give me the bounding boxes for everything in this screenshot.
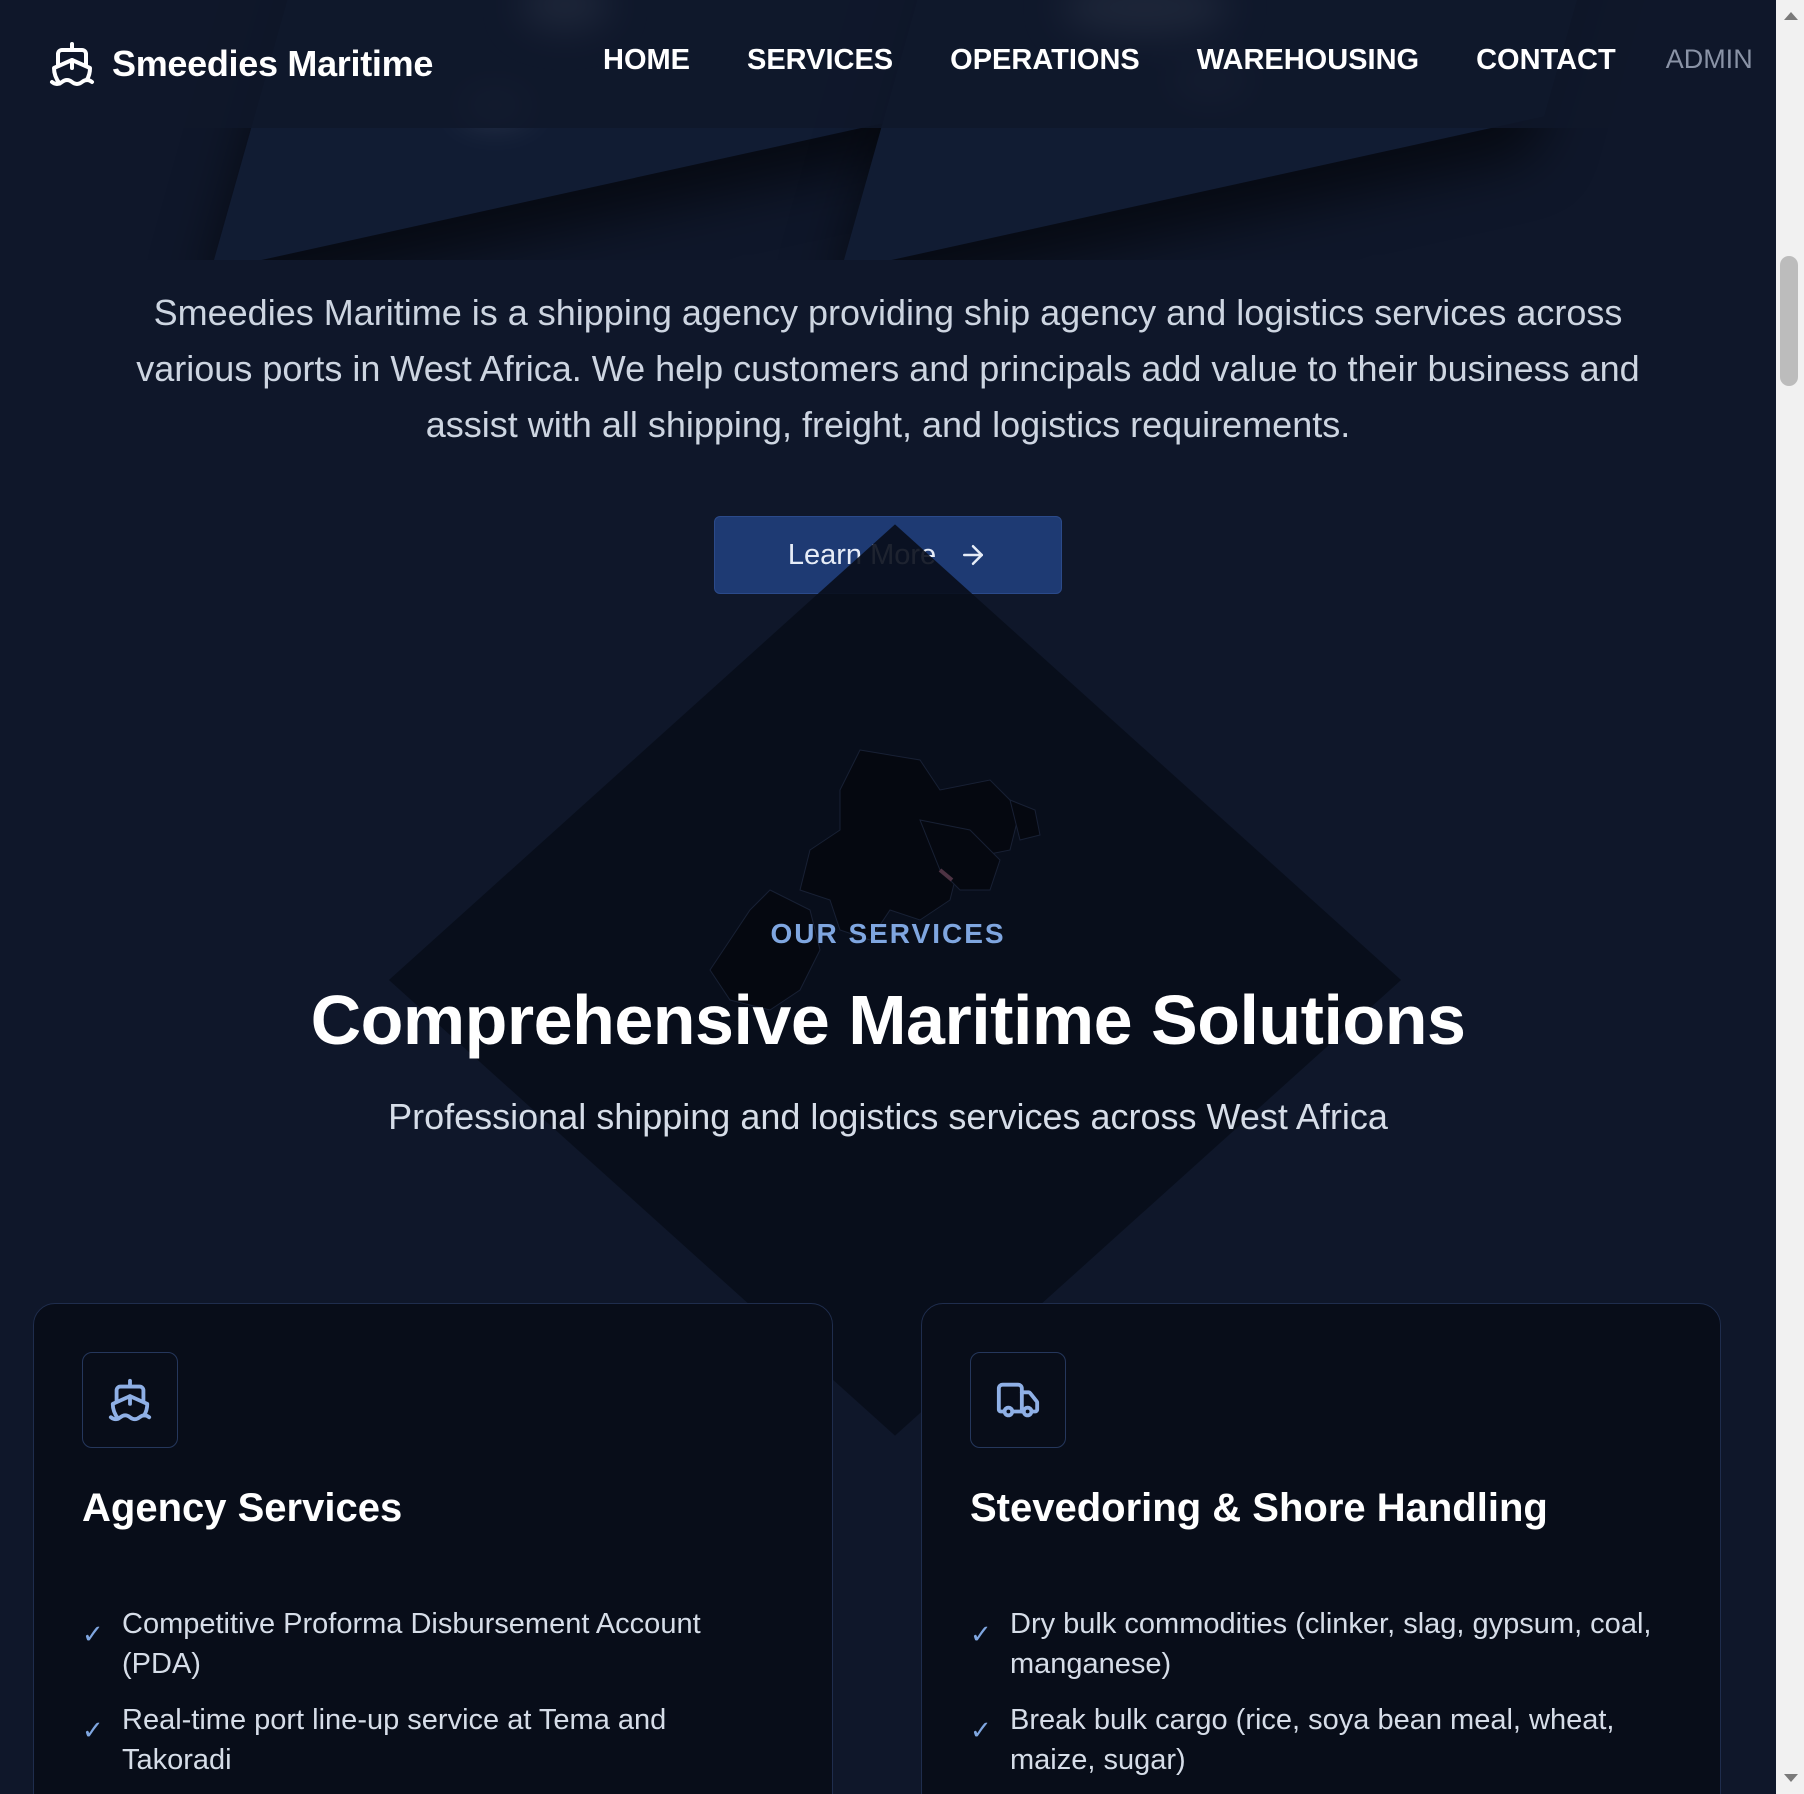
intro-text: Smeedies Maritime is a shipping agency p…: [136, 292, 1640, 445]
services-eyebrow: OUR SERVICES: [770, 918, 1006, 949]
check-icon: ✓: [82, 1619, 104, 1649]
service-card-agency[interactable]: Agency Services ✓ Competitive Proforma Di…: [33, 1303, 833, 1794]
ship-icon: [50, 42, 94, 86]
card-icon-box: [970, 1352, 1066, 1448]
list-item: ✓ Competitive Proforma Disbursement Accou…: [82, 1608, 701, 1680]
main-nav: HOME SERVICES OPERATIONS WAREHOUSING CON…: [603, 44, 1753, 77]
nav-home[interactable]: HOME: [603, 44, 690, 77]
brand-name: Smeedies Maritime: [112, 43, 434, 84]
truck-icon: [996, 1382, 1040, 1418]
scroll-up-arrow-icon[interactable]: [1784, 12, 1798, 20]
card-feature-list: ✓ Dry bulk commodities (clinker, slag, gy…: [970, 1604, 1670, 1794]
services-title: Comprehensive Maritime Solutions: [310, 981, 1466, 1059]
check-icon: ✓: [970, 1619, 992, 1649]
list-item: ✓ Break bulk cargo (rice, soya bean meal,…: [970, 1704, 1615, 1776]
page: Smeedies Maritime HOME SERVICES OPERATIO…: [0, 0, 1776, 1794]
list-item: ✓ Dry bulk commodities (clinker, slag, gy…: [970, 1608, 1652, 1680]
card-icon-box: [82, 1352, 178, 1448]
ship-icon: [108, 1378, 152, 1422]
arrow-right-icon: [963, 545, 984, 565]
check-icon: ✓: [82, 1715, 104, 1745]
brand-logo[interactable]: Smeedies Maritime: [48, 40, 433, 88]
navbar: Smeedies Maritime HOME SERVICES OPERATIO…: [0, 0, 1776, 128]
scroll-down-arrow-icon[interactable]: [1784, 1774, 1798, 1782]
card-title: Stevedoring & Shore Handling: [970, 1486, 1548, 1530]
nav-services[interactable]: SERVICES: [747, 44, 893, 77]
vertical-scrollbar[interactable]: [1776, 0, 1804, 1794]
list-item: ✓ Real-time port line-up service at Tema …: [82, 1704, 667, 1776]
nav-contact[interactable]: CONTACT: [1476, 44, 1616, 77]
nav-operations[interactable]: OPERATIONS: [950, 44, 1140, 77]
services-subtitle: Professional shipping and logistics serv…: [388, 1096, 1388, 1137]
scroll-thumb[interactable]: [1780, 256, 1798, 386]
card-title: Agency Services: [82, 1486, 403, 1530]
nav-warehousing[interactable]: WAREHOUSING: [1197, 44, 1419, 77]
nav-admin[interactable]: ADMIN: [1666, 44, 1753, 77]
check-icon: ✓: [970, 1715, 992, 1745]
service-card-stevedoring[interactable]: Stevedoring & Shore Handling ✓ Dry bulk c…: [921, 1303, 1721, 1794]
card-feature-list: ✓ Competitive Proforma Disbursement Accou…: [82, 1604, 782, 1794]
